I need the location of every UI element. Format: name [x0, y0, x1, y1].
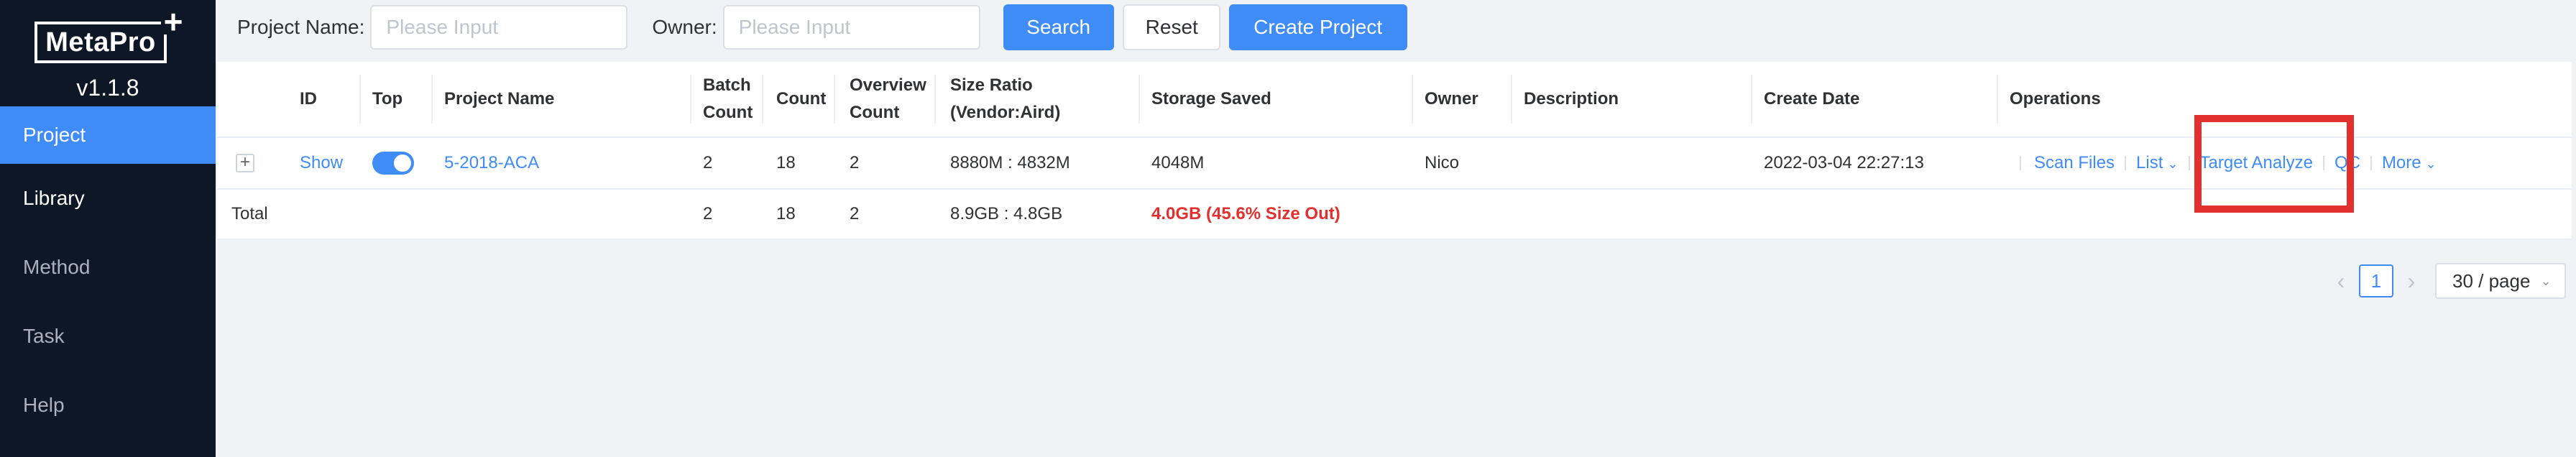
- scan-files-link[interactable]: Scan Files: [2034, 153, 2115, 173]
- column-divider: [1751, 75, 1752, 124]
- header-create-date: Create Date: [1764, 89, 1860, 109]
- header-overview-line1: Overview: [850, 75, 926, 95]
- header-size-ratio: Size Ratio (Vendor:Aird): [950, 62, 1060, 137]
- overview-count-value: 2: [850, 153, 860, 172]
- column-divider: [690, 75, 691, 124]
- chevron-down-icon: ⌄: [2540, 273, 2552, 288]
- create-project-button[interactable]: Create Project: [1228, 4, 1407, 50]
- owner-input[interactable]: [722, 5, 980, 50]
- chevron-down-icon: ⌄: [2425, 157, 2437, 171]
- page-number-1[interactable]: 1: [2359, 264, 2393, 297]
- column-divider: [359, 75, 361, 124]
- column-divider: [1412, 75, 1413, 124]
- create-date-value: 2022-03-04 22:27:13: [1764, 153, 1924, 172]
- row-expand-cell: +: [236, 138, 254, 188]
- sidebar-item-library[interactable]: Library: [0, 164, 216, 233]
- column-divider: [1511, 75, 1512, 124]
- next-page-button[interactable]: ›: [2399, 268, 2424, 295]
- total-label: Total: [231, 204, 268, 223]
- more-label: More: [2381, 153, 2421, 172]
- pagination: ‹ 1 › 30 / page ⌄: [2329, 263, 2566, 299]
- project-name-input[interactable]: [370, 5, 628, 50]
- sidebar-item-method[interactable]: Method: [0, 233, 216, 302]
- owner-label: Owner:: [652, 16, 717, 38]
- total-batch-count: 2: [703, 204, 713, 223]
- header-size-ratio-line1: Size Ratio: [950, 75, 1033, 95]
- sidebar: MetaPro + v1.1.8 Project Library Method …: [0, 0, 216, 457]
- count-value: 18: [776, 153, 796, 172]
- header-batch-count-line1: Batch: [703, 75, 751, 95]
- storage-saved-value: 4048M: [1151, 153, 1205, 172]
- search-bar: Project Name: Owner: Search Reset Create…: [237, 4, 1407, 50]
- header-batch-count: Batch Count: [703, 62, 753, 137]
- expand-row-button[interactable]: +: [236, 154, 254, 172]
- header-operations: Operations: [2010, 89, 2101, 109]
- header-owner: Owner: [1425, 89, 1478, 109]
- logo-box: MetaPro: [34, 22, 167, 63]
- project-name-link[interactable]: 5-2018-ACA: [444, 138, 539, 188]
- column-divider: [431, 75, 433, 124]
- batch-count-value: 2: [703, 153, 713, 172]
- column-divider: [834, 75, 835, 124]
- page-size-select[interactable]: 30 / page ⌄: [2435, 263, 2566, 299]
- header-size-ratio-line2: (Vendor:Aird): [950, 103, 1061, 122]
- chevron-down-icon: ⌄: [2167, 157, 2179, 171]
- header-batch-count-line2: Count: [703, 103, 753, 122]
- owner-value: Nico: [1425, 153, 1460, 172]
- logo-plus: +: [161, 5, 185, 38]
- top-toggle-cell: [372, 138, 414, 188]
- size-ratio-value: 8880M : 4832M: [950, 153, 1070, 172]
- app-version: v1.1.8: [76, 75, 139, 101]
- top-toggle-switch[interactable]: [372, 152, 414, 175]
- header-description: Description: [1524, 89, 1619, 109]
- app-logo: MetaPro +: [34, 5, 185, 66]
- total-overview-count: 2: [850, 204, 860, 223]
- sidebar-item-project[interactable]: Project: [0, 106, 216, 164]
- operation-divider: [2370, 156, 2372, 170]
- header-overview-line2: Count: [850, 103, 900, 122]
- project-name-label: Project Name:: [237, 16, 365, 38]
- list-dropdown[interactable]: List ⌄: [2136, 153, 2178, 173]
- header-overview-count: Overview Count: [850, 62, 926, 137]
- total-count: 18: [776, 204, 796, 223]
- total-storage-saved: 4.0GB (45.6% Size Out): [1151, 204, 1340, 223]
- operation-divider: [2125, 156, 2127, 170]
- header-project-name: Project Name: [444, 89, 555, 109]
- page-size-label: 30 / page: [2452, 269, 2531, 292]
- header-top: Top: [372, 89, 403, 109]
- sidebar-nav: Project Library Method Task Help: [0, 106, 216, 440]
- logo-text: MetaPro: [45, 27, 156, 57]
- show-id-link[interactable]: Show: [300, 138, 343, 188]
- operation-divider: [2188, 156, 2190, 170]
- total-size-ratio: 8.9GB : 4.8GB: [950, 204, 1063, 223]
- header-count: Count: [776, 89, 827, 109]
- search-button[interactable]: Search: [1003, 4, 1114, 50]
- header-id: ID: [300, 89, 317, 109]
- list-label: List: [2136, 153, 2163, 172]
- column-divider: [1138, 75, 1140, 124]
- sidebar-item-task[interactable]: Task: [0, 302, 216, 371]
- reset-button[interactable]: Reset: [1122, 4, 1220, 50]
- column-divider: [934, 75, 936, 124]
- toggle-knob: [394, 154, 411, 172]
- column-divider: [1997, 75, 1998, 124]
- operation-divider: [2020, 156, 2021, 170]
- more-dropdown[interactable]: More ⌄: [2382, 153, 2437, 173]
- prev-page-button[interactable]: ‹: [2329, 268, 2353, 295]
- target-analyze-highlight-box: [2194, 115, 2354, 213]
- sidebar-item-help[interactable]: Help: [0, 371, 216, 440]
- column-divider: [762, 75, 763, 124]
- header-storage-saved: Storage Saved: [1151, 89, 1271, 109]
